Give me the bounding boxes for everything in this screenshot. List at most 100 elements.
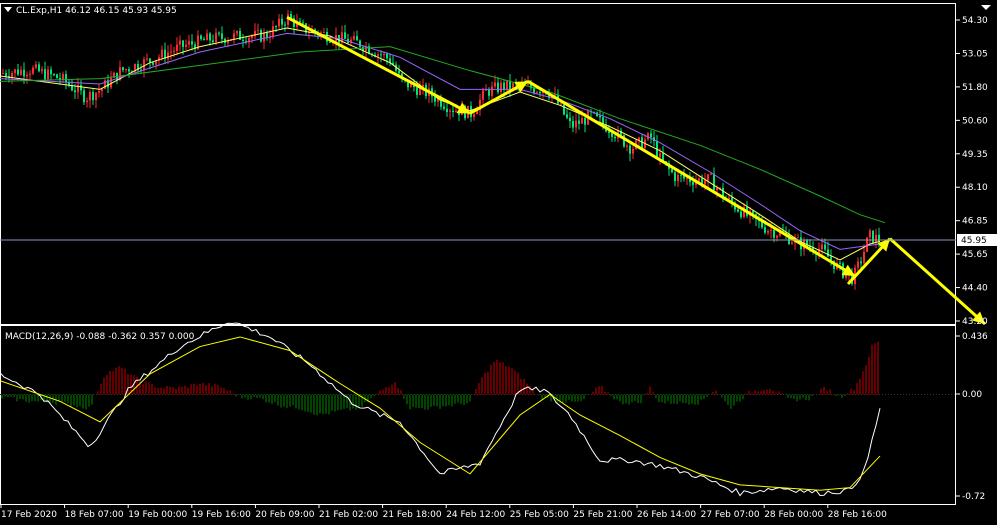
candle-body: [533, 88, 535, 93]
candle-body: [380, 54, 382, 56]
candle-body: [344, 32, 346, 39]
candle-body: [146, 58, 148, 60]
candle-body: [353, 36, 355, 40]
candle-body: [143, 59, 145, 71]
candle-body: [710, 173, 712, 175]
candle-body: [449, 110, 451, 112]
candle-body: [872, 230, 874, 243]
time-axis-label: 21 Feb 18:00: [383, 510, 442, 520]
candle-body: [188, 41, 190, 45]
candle-body: [713, 173, 715, 191]
time-axis-label: 18 Feb 07:00: [65, 510, 124, 520]
candle-body: [89, 92, 91, 101]
candle-body: [260, 30, 262, 42]
candle-body: [443, 106, 445, 109]
candle-body: [494, 82, 496, 87]
time-axis-label: 19 Feb 16:00: [192, 510, 251, 520]
time-axis-label: 25 Feb 05:00: [510, 510, 569, 520]
candle-body: [182, 40, 184, 47]
candle-body: [53, 74, 55, 76]
time-axis-label: 21 Feb 02:00: [319, 510, 378, 520]
candle-body: [482, 90, 484, 100]
current-price-label: 45.95: [961, 236, 987, 246]
candle-body: [200, 35, 202, 39]
time-axis-label: 28 Feb 16:00: [828, 510, 887, 520]
candle-body: [275, 26, 277, 28]
candle-body: [764, 227, 766, 233]
candle-body: [383, 53, 385, 56]
candle-body: [242, 39, 244, 41]
candle-body: [125, 69, 127, 71]
price-axis-label: 50.60: [962, 116, 988, 126]
candle-body: [179, 40, 181, 45]
time-axis-label: 24 Feb 12:00: [446, 510, 505, 520]
candle-body: [281, 18, 283, 25]
candle-body: [176, 44, 178, 51]
candle-body: [2, 73, 4, 75]
candle-body: [491, 86, 493, 96]
candle-body: [161, 49, 163, 58]
candle-body: [773, 229, 775, 238]
candle-body: [707, 174, 709, 181]
candle-body: [257, 30, 259, 32]
candle-body: [446, 108, 448, 112]
price-axis-label: 51.80: [962, 83, 988, 93]
candle-body: [284, 24, 286, 26]
candle-body: [44, 69, 46, 80]
candle-body: [212, 40, 214, 43]
candle-body: [92, 92, 94, 101]
candle-body: [776, 235, 778, 238]
candle-body: [578, 120, 580, 124]
candle-body: [206, 33, 208, 41]
candle-body: [770, 229, 772, 231]
candle-body: [17, 69, 19, 75]
candle-body: [500, 82, 502, 93]
candle-body: [29, 73, 31, 75]
candle-body: [323, 31, 325, 33]
candle-body: [149, 58, 151, 63]
candle-body: [671, 168, 673, 173]
macd-axis-label: -0.72: [962, 492, 985, 502]
candle-body: [716, 187, 718, 191]
candle-body: [485, 89, 487, 91]
candle-body: [377, 54, 379, 57]
candle-body: [704, 180, 706, 185]
candle-body: [452, 110, 454, 112]
candle-body: [839, 262, 841, 264]
candle-body: [569, 117, 571, 122]
trading-chart[interactable]: 54.30 53.05 51.80 50.60 49.35 48.10 46.85 45.65…: [0, 0, 997, 521]
candle-body: [572, 121, 574, 128]
candle-body: [173, 50, 175, 52]
candle-body: [416, 87, 418, 95]
candle-body: [584, 118, 586, 125]
candle-body: [152, 62, 154, 65]
candle-body: [857, 261, 859, 268]
price-axis-label: 45.65: [962, 250, 988, 260]
candle-body: [236, 31, 238, 34]
candle-body: [38, 64, 40, 72]
time-axis-label: 19 Feb 00:00: [128, 510, 187, 520]
candle-body: [560, 103, 562, 105]
candle-body: [83, 90, 85, 103]
candle-body: [869, 230, 871, 238]
candle-body: [680, 174, 682, 176]
price-panel-title: CL.Exp,H1 46.12 46.15 45.93 45.95: [16, 6, 177, 16]
candle-body: [356, 36, 358, 41]
macd-panel-title: MACD(12,26,9) -0.088 -0.362 0.357 0.000: [5, 332, 195, 342]
candle-body: [26, 74, 28, 77]
chart-svg[interactable]: 54.30 53.05 51.80 50.60 49.35 48.10 46.85 45.65…: [0, 0, 997, 521]
candle-body: [398, 70, 400, 74]
candle-body: [740, 211, 742, 217]
candle-body: [659, 153, 661, 158]
candle-body: [23, 69, 25, 77]
time-axis-label: 25 Feb 21:00: [573, 510, 632, 520]
candle-body: [272, 26, 274, 38]
candle-body: [728, 197, 730, 199]
candle-body: [677, 174, 679, 182]
candle-body: [575, 120, 577, 128]
candle-body: [539, 91, 541, 94]
candle-body: [875, 234, 877, 243]
candle-body: [527, 83, 529, 85]
candle-body: [563, 103, 565, 115]
candle-body: [215, 32, 217, 43]
